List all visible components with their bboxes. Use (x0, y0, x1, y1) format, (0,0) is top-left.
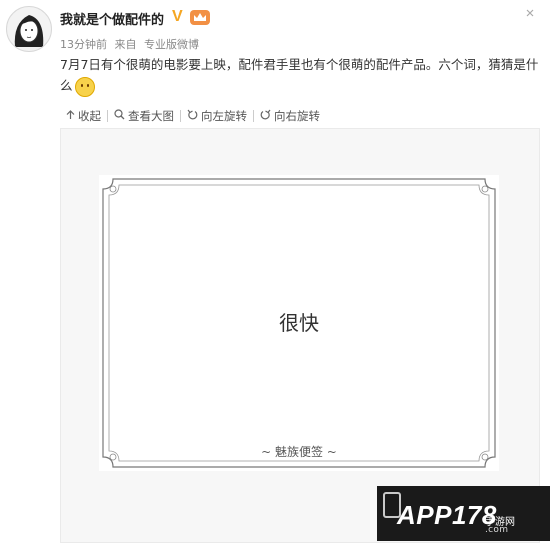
post-time[interactable]: 13分钟前 (60, 38, 107, 51)
view-large-label: 查看大图 (128, 109, 174, 123)
post-source[interactable]: 专业版微博 (144, 38, 199, 51)
post-text: 7月7日有个很萌的电影要上映，配件君手里也有个很萌的配件产品。六个词，猜猜是什么 (60, 57, 539, 93)
image-toolbar: 收起 查看大图 向左旋转 向右旋转 (60, 107, 326, 125)
rotate-right-button[interactable]: 向右旋转 (254, 108, 326, 124)
author-name[interactable]: 我就是个做配件的 (60, 9, 164, 28)
post-meta: 13分钟前 来自 专业版微博 (60, 36, 203, 52)
avatar[interactable] (6, 6, 52, 52)
note-main-text: 很快 (279, 311, 319, 335)
magnifier-icon (114, 109, 125, 123)
rotate-right-icon (260, 109, 271, 123)
site-watermark: APP178 手游网 .com (377, 486, 550, 541)
post-content: 7月7日有个很萌的电影要上映，配件君手里也有个很萌的配件产品。六个词，猜猜是什么 (60, 54, 540, 97)
close-icon[interactable] (526, 6, 534, 20)
avatar-illustration (14, 15, 44, 47)
rotate-right-label: 向右旋转 (274, 109, 320, 123)
note-card: 很快 ~ 魅族便签 ~ (99, 175, 499, 471)
verified-badge: V (172, 8, 183, 25)
rotate-left-button[interactable]: 向左旋转 (181, 108, 253, 124)
collapse-label: 收起 (78, 109, 101, 123)
image-preview[interactable]: 很快 ~ 魅族便签 ~ (60, 128, 540, 543)
note-brand-text: ~ 魅族便签 ~ (261, 445, 337, 459)
collapse-button[interactable]: 收起 (60, 108, 107, 124)
vip-icon (190, 10, 210, 25)
arrow-up-icon (66, 109, 75, 123)
watermark-site: .com (485, 525, 509, 535)
view-large-button[interactable]: 查看大图 (108, 108, 180, 124)
rotate-left-label: 向左旋转 (201, 109, 247, 123)
post-header: 我就是个做配件的 V 13分钟前 来自 专业版微博 7月7日有个很萌的电影要上映… (0, 0, 550, 100)
post-source-prefix: 来自 (114, 38, 137, 51)
smile-emoji-icon (74, 76, 95, 97)
rotate-left-icon (187, 109, 198, 123)
watermark-logo-text: APP178 (397, 500, 497, 530)
